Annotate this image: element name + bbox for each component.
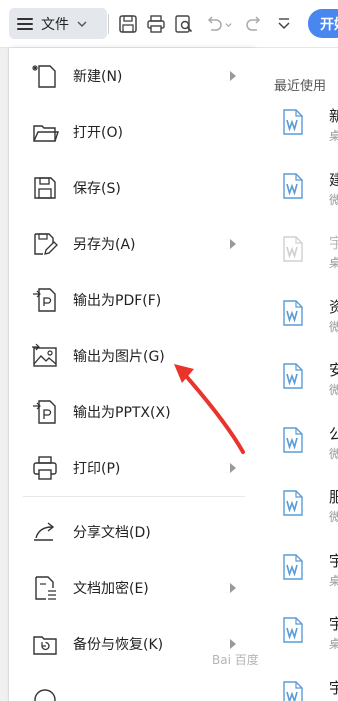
- recent-file-name: 新: [329, 107, 338, 125]
- recent-file-item[interactable]: 宇桌: [252, 675, 338, 701]
- recent-file-item[interactable]: 建微: [252, 167, 338, 225]
- recent-file-item[interactable]: 宇桌: [252, 548, 338, 606]
- menu-item-open[interactable]: 打开(O): [9, 104, 252, 160]
- recent-file-item[interactable]: 肥微: [252, 484, 338, 542]
- recent-file-path: 微: [329, 446, 338, 461]
- print-icon[interactable]: [144, 12, 168, 36]
- recent-files-title: 最近使用: [274, 79, 327, 94]
- menu-item-label: 备份与恢复(K): [73, 637, 164, 653]
- menu-item-print[interactable]: 打印(P): [9, 440, 252, 496]
- recent-file-path: 微: [329, 383, 338, 397]
- menu-item-help[interactable]: [9, 676, 252, 701]
- watermark: Bai 百度: [212, 653, 259, 667]
- word-document-icon: [283, 680, 303, 701]
- recent-file-item[interactable]: 宇桌: [252, 230, 338, 288]
- export-pptx-icon: [31, 398, 59, 426]
- recent-file-name: 宇: [329, 678, 338, 697]
- redo-icon[interactable]: [242, 12, 266, 36]
- word-document-icon: [283, 363, 303, 389]
- export-image-icon: [31, 342, 59, 370]
- file-menu: 新建(N) 打开(O) 保存(S) 另存为(A) 输出为PDF(F) 输出为图片…: [9, 48, 252, 701]
- chevron-down-icon: [77, 21, 87, 27]
- new-file-icon: [31, 62, 59, 90]
- save-icon: [31, 174, 59, 202]
- recent-file-name: 建: [329, 170, 338, 189]
- recent-file-item[interactable]: 安微: [252, 357, 338, 415]
- menu-divider: [23, 496, 245, 497]
- menu-item-label: 保存(S): [73, 181, 121, 197]
- menu-item-label: 输出为PDF(F): [73, 293, 162, 309]
- recent-file-name: 宇: [329, 551, 338, 570]
- save-icon[interactable]: [116, 12, 140, 36]
- menu-item-share[interactable]: 分享文档(D): [9, 504, 252, 560]
- top-toolbar: 文件 开始: [0, 0, 338, 48]
- recent-file-item[interactable]: 公微: [252, 421, 338, 479]
- word-document-icon: [283, 109, 303, 135]
- menu-item-label: 另存为(A): [73, 237, 136, 253]
- menu-item-export-image[interactable]: 输出为图片(G): [9, 328, 252, 384]
- menu-item-label: 分享文档(D): [73, 525, 151, 541]
- menu-item-label: 输出为PPTX(X): [73, 405, 171, 421]
- recent-file-path: 桌: [329, 129, 338, 143]
- recent-file-name: 公: [329, 424, 338, 443]
- chevron-right-icon: [230, 463, 236, 473]
- tab-start[interactable]: 开始: [308, 9, 338, 38]
- hamburger-icon: [17, 17, 33, 30]
- recent-file-item[interactable]: 资微: [252, 294, 338, 352]
- document-edge: [0, 48, 9, 701]
- recent-file-path: 微: [329, 192, 338, 207]
- menu-item-label: 输出为图片(G): [73, 349, 165, 365]
- menu-item-export-pdf[interactable]: 输出为PDF(F): [9, 272, 252, 328]
- menu-item-save[interactable]: 保存(S): [9, 160, 252, 216]
- word-document-icon: [283, 236, 303, 262]
- print-icon: [31, 454, 59, 482]
- menu-item-encrypt[interactable]: 文档加密(E): [9, 560, 252, 616]
- word-document-icon: [283, 617, 303, 643]
- folder-open-icon: [31, 118, 59, 146]
- share-icon: [31, 518, 59, 546]
- recent-file-name: 肥: [329, 488, 338, 506]
- recent-file-name: 资: [329, 297, 338, 316]
- chevron-right-icon: [230, 71, 236, 81]
- menu-item-export-pptx[interactable]: 输出为PPTX(X): [9, 384, 252, 440]
- help-icon: [31, 686, 59, 701]
- menu-item-label: 打开(O): [73, 125, 123, 141]
- backup-icon: [31, 630, 59, 658]
- recent-file-item[interactable]: 新桌: [252, 103, 338, 161]
- menu-item-save-as[interactable]: 另存为(A): [9, 216, 252, 272]
- recent-file-path: 桌: [329, 637, 338, 651]
- recent-file-path: 桌: [329, 256, 338, 270]
- recent-file-item[interactable]: 宇桌: [252, 611, 338, 669]
- save-as-icon: [31, 230, 59, 258]
- print-preview-icon[interactable]: [172, 12, 196, 36]
- recent-file-name: 宇: [329, 234, 338, 252]
- file-menu-button[interactable]: 文件: [9, 8, 107, 39]
- menu-item-new[interactable]: 新建(N): [9, 48, 252, 104]
- file-menu-label: 文件: [41, 16, 69, 33]
- recent-file-name: 安: [329, 361, 338, 379]
- export-pdf-icon: [31, 286, 59, 314]
- chevron-right-icon: [230, 583, 236, 593]
- recent-file-name: 宇: [329, 615, 338, 633]
- word-document-icon: [283, 426, 303, 453]
- recent-files-panel: 最近使用 新桌建微宇桌资微安微公微肥微宇桌宇桌宇桌: [252, 48, 338, 701]
- recent-file-path: 微: [329, 319, 338, 334]
- encrypt-icon: [31, 574, 59, 602]
- menu-item-label: 打印(P): [73, 461, 121, 477]
- more-icon[interactable]: [272, 12, 296, 36]
- recent-file-path: 微: [329, 510, 338, 524]
- undo-dropdown-icon[interactable]: [222, 12, 234, 36]
- word-document-icon: [283, 172, 303, 199]
- word-document-icon: [283, 553, 303, 580]
- recent-file-path: 桌: [329, 573, 338, 588]
- chevron-right-icon: [230, 239, 236, 249]
- word-document-icon: [283, 299, 303, 326]
- menu-item-label: 新建(N): [73, 69, 123, 85]
- toolbar-divider: [108, 14, 109, 34]
- menu-item-label: 文档加密(E): [73, 581, 149, 597]
- word-document-icon: [283, 490, 303, 516]
- chevron-right-icon: [230, 639, 236, 649]
